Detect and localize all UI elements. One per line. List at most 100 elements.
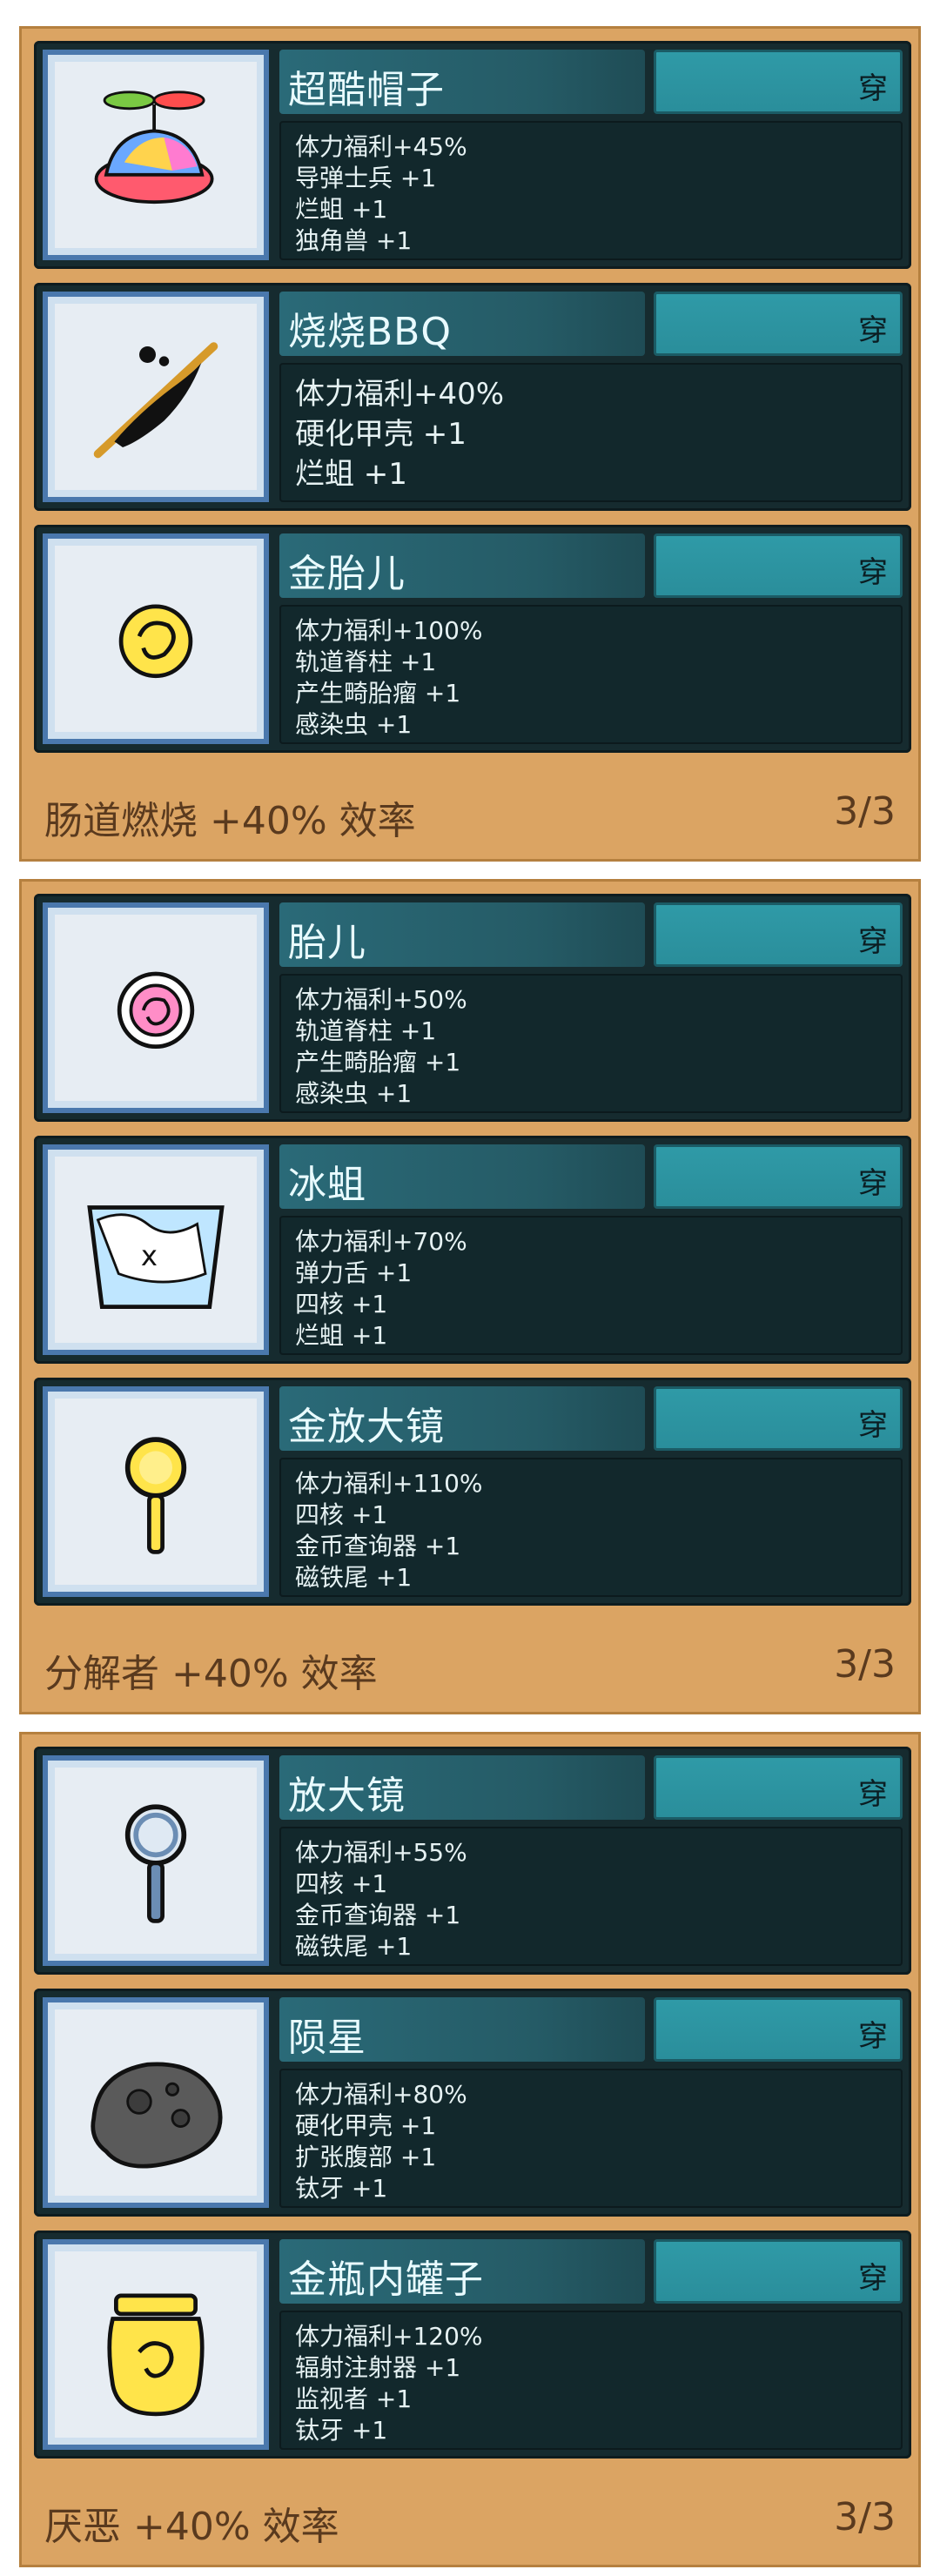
wear-button[interactable]: 穿 <box>654 1386 903 1451</box>
item-title-bar: 陨星 <box>279 1997 645 2062</box>
item-stats: 体力福利+70% 弹力舌 +1 四核 +1 烂蛆 +1 <box>279 1216 903 1355</box>
wear-button-label: 穿 <box>858 1166 888 1201</box>
item-thumbnail: x <box>43 1144 269 1355</box>
wear-button[interactable]: 穿 <box>654 1997 903 2062</box>
wear-button[interactable]: 穿 <box>654 1144 903 1209</box>
item-card: 烧烧BBQ 穿 体力福利+40% 硬化甲壳 +1 烂蛆 +1 <box>34 283 911 511</box>
item-stats: 体力福利+55% 四核 +1 金币查询器 +1 磁铁尾 +1 <box>279 1827 903 1966</box>
item-name: 金瓶内罐子 <box>288 2257 484 2302</box>
gold-jar-icon <box>107 2293 205 2417</box>
item-card: 金瓶内罐子 穿 体力福利+120% 辐射注射器 +1 监视者 +1 钛牙 +1 <box>34 2231 911 2459</box>
stat-line: 四核 +1 <box>295 1869 388 1898</box>
stat-line: 感染虫 +1 <box>295 710 413 739</box>
item-card: 陨星 穿 体力福利+80% 硬化甲壳 +1 扩张腹部 +1 钛牙 +1 <box>34 1989 911 2217</box>
item-stats: 体力福利+50% 轨道脊柱 +1 产生畸胎瘤 +1 感染虫 +1 <box>279 974 903 1113</box>
set-footer: 肠道燃烧 +40% 效率 3/3 <box>22 774 918 850</box>
stat-line: 导弹士兵 +1 <box>295 164 437 192</box>
stat-line: 轨道脊柱 +1 <box>295 1016 437 1045</box>
stat-line: 体力福利+120% <box>295 2322 483 2351</box>
stat-line: 金币查询器 +1 <box>295 1901 461 1929</box>
item-stats: 体力福利+45% 导弹士兵 +1 烂蛆 +1 独角兽 +1 <box>279 121 903 260</box>
stat-line: 体力福利+110% <box>295 1469 483 1498</box>
item-stats: 体力福利+120% 辐射注射器 +1 监视者 +1 钛牙 +1 <box>279 2311 903 2450</box>
item-title-bar: 胎儿 <box>279 902 645 967</box>
stat-line: 硬化甲壳 +1 <box>295 417 467 452</box>
magnifier-icon <box>124 1804 187 1923</box>
item-card: 放大镜 穿 体力福利+55% 四核 +1 金币查询器 +1 磁铁尾 +1 <box>34 1747 911 1975</box>
set-bonus-text: 肠道燃烧 +40% 效率 <box>44 799 416 843</box>
stat-line: 扩张腹部 +1 <box>295 2143 437 2171</box>
wear-button-label: 穿 <box>858 555 888 590</box>
stat-line: 钛牙 +1 <box>295 2416 388 2445</box>
item-card: 超酷帽子 穿 体力福利+45% 导弹士兵 +1 烂蛆 +1 独角兽 +1 <box>34 41 911 269</box>
item-stats: 体力福利+100% 轨道脊柱 +1 产生畸胎瘤 +1 感染虫 +1 <box>279 605 903 744</box>
item-title-bar: 金放大镜 <box>279 1386 645 1451</box>
stat-line: 体力福利+40% <box>295 377 505 412</box>
wear-button-label: 穿 <box>858 2019 888 2054</box>
wear-button[interactable]: 穿 <box>654 902 903 967</box>
set-panel-2: 胎儿 穿 体力福利+50% 轨道脊柱 +1 产生畸胎瘤 +1 感染虫 +1 x … <box>19 879 921 1714</box>
item-name: 陨星 <box>288 2016 366 2060</box>
gold-fetus-icon <box>118 604 193 679</box>
set-footer: 分解者 +40% 效率 3/3 <box>22 1627 918 1703</box>
wear-button[interactable]: 穿 <box>654 533 903 598</box>
meteor-icon <box>91 2062 223 2169</box>
gold-magnifier-icon <box>124 1437 187 1554</box>
stat-line: 烂蛆 +1 <box>295 457 407 492</box>
item-card: 金放大镜 穿 体力福利+110% 四核 +1 金币查询器 +1 磁铁尾 +1 <box>34 1378 911 1606</box>
wear-button[interactable]: 穿 <box>654 1755 903 1820</box>
item-title-bar: 冰蛆 <box>279 1144 645 1209</box>
item-name: 烧烧BBQ <box>288 310 453 354</box>
stat-line: 独角兽 +1 <box>295 226 413 255</box>
stat-line: 产生畸胎瘤 +1 <box>295 1048 461 1077</box>
stat-line: 四核 +1 <box>295 1500 388 1529</box>
wear-button[interactable]: 穿 <box>654 50 903 114</box>
set-bonus-text: 分解者 +40% 效率 <box>44 1652 378 1696</box>
stat-line: 磁铁尾 +1 <box>295 1563 413 1592</box>
item-thumbnail <box>43 1755 269 1966</box>
burnt-skewer-icon <box>93 342 218 459</box>
item-title-bar: 烧烧BBQ <box>279 292 645 356</box>
item-card: x 冰蛆 穿 体力福利+70% 弹力舌 +1 四核 +1 烂蛆 +1 <box>34 1136 911 1364</box>
item-thumbnail <box>43 533 269 744</box>
stat-line: 轨道脊柱 +1 <box>295 647 437 676</box>
set-count: 3/3 <box>834 1642 896 1687</box>
item-stats: 体力福利+80% 硬化甲壳 +1 扩张腹部 +1 钛牙 +1 <box>279 2069 903 2208</box>
item-title-bar: 金胎儿 <box>279 533 645 598</box>
stat-line: 监视者 +1 <box>295 2385 413 2413</box>
set-panel-3: 放大镜 穿 体力福利+55% 四核 +1 金币查询器 +1 磁铁尾 +1 陨星 … <box>19 1732 921 2567</box>
item-title-bar: 金瓶内罐子 <box>279 2239 645 2304</box>
stat-line: 体力福利+55% <box>295 1838 467 1867</box>
wear-button-label: 穿 <box>858 313 888 348</box>
item-stats: 体力福利+40% 硬化甲壳 +1 烂蛆 +1 <box>279 363 903 502</box>
stat-line: 体力福利+45% <box>295 132 467 161</box>
stat-line: 体力福利+50% <box>295 985 467 1014</box>
item-card: 胎儿 穿 体力福利+50% 轨道脊柱 +1 产生畸胎瘤 +1 感染虫 +1 <box>34 894 911 1122</box>
stat-line: 金币查询器 +1 <box>295 1532 461 1560</box>
set-bonus-text: 厌恶 +40% 效率 <box>44 2505 339 2549</box>
stat-line: 体力福利+80% <box>295 2080 467 2109</box>
stat-line: 烂蛆 +1 <box>295 1321 388 1350</box>
item-card: 金胎儿 穿 体力福利+100% 轨道脊柱 +1 产生畸胎瘤 +1 感染虫 +1 <box>34 525 911 753</box>
stat-line: 感染虫 +1 <box>295 1079 413 1108</box>
item-name: 金放大镜 <box>288 1405 445 1449</box>
wear-button-label: 穿 <box>858 1777 888 1812</box>
propeller-hat-icon <box>94 91 214 205</box>
stat-line: 钛牙 +1 <box>295 2174 388 2203</box>
set-count: 3/3 <box>834 789 896 834</box>
wear-button-label: 穿 <box>858 924 888 959</box>
ice-maggot-icon: x <box>87 1205 225 1309</box>
set-panel-1: 超酷帽子 穿 体力福利+45% 导弹士兵 +1 烂蛆 +1 独角兽 +1 烧烧B… <box>19 26 921 862</box>
wear-button[interactable]: 穿 <box>654 2239 903 2304</box>
stat-line: 弹力舌 +1 <box>295 1258 413 1287</box>
stat-line: 烂蛆 +1 <box>295 195 388 224</box>
svg-text:x: x <box>141 1239 158 1272</box>
wear-button[interactable]: 穿 <box>654 292 903 356</box>
item-thumbnail <box>43 50 269 260</box>
stat-line: 四核 +1 <box>295 1290 388 1318</box>
item-name: 超酷帽子 <box>288 68 445 112</box>
item-stats: 体力福利+110% 四核 +1 金币查询器 +1 磁铁尾 +1 <box>279 1458 903 1597</box>
item-name: 放大镜 <box>288 1774 406 1818</box>
item-thumbnail <box>43 2239 269 2450</box>
item-title-bar: 超酷帽子 <box>279 50 645 114</box>
